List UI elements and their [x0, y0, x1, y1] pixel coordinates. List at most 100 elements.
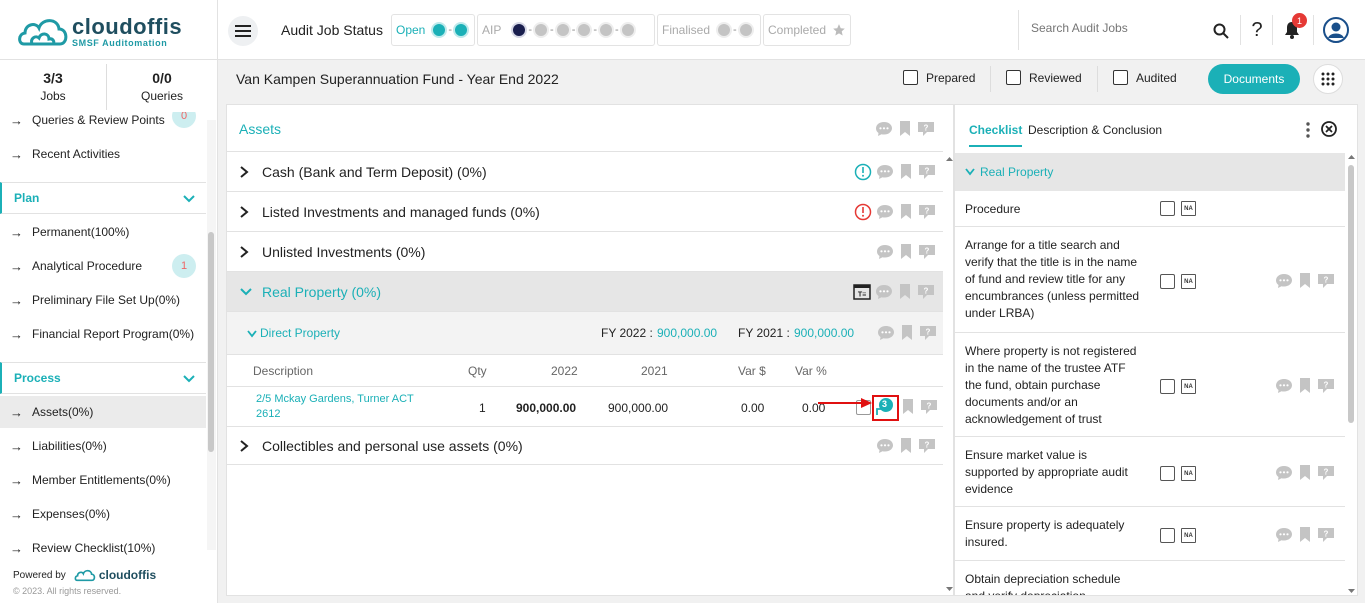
- bookmark-icon[interactable]: [1297, 377, 1313, 395]
- user-avatar[interactable]: [1323, 17, 1349, 43]
- comment-icon[interactable]: [876, 243, 894, 261]
- note-icon[interactable]: [919, 324, 937, 342]
- bookmark-icon[interactable]: [1297, 272, 1313, 290]
- bookmark-icon[interactable]: [898, 243, 914, 261]
- note-icon[interactable]: [1317, 464, 1335, 482]
- search-button[interactable]: [1210, 20, 1232, 42]
- apps-grid-button[interactable]: [1313, 64, 1343, 94]
- brand-logo[interactable]: cloudoffis SMSF Auditomation: [0, 0, 218, 60]
- comment-icon[interactable]: [1275, 272, 1293, 290]
- comment-icon[interactable]: [876, 203, 894, 221]
- checklist-scrollbar[interactable]: [1346, 153, 1357, 595]
- asset-row-collectibles[interactable]: Collectibles and personal use assets (0%…: [227, 427, 943, 465]
- help-icon[interactable]: ?: [1246, 18, 1268, 42]
- na-checkbox[interactable]: NA: [1181, 201, 1196, 216]
- note-icon[interactable]: [917, 283, 935, 301]
- bookmark-icon[interactable]: [897, 120, 913, 138]
- checklist-section-real-property[interactable]: Real Property: [955, 153, 1345, 191]
- comment-icon[interactable]: [1275, 377, 1293, 395]
- alert-info-icon[interactable]: [854, 163, 872, 181]
- note-icon[interactable]: [1317, 526, 1335, 544]
- note-icon[interactable]: [1317, 377, 1335, 395]
- reviewed-checkbox[interactable]: Reviewed: [1006, 70, 1082, 85]
- comment-icon[interactable]: [876, 437, 894, 455]
- comment-icon[interactable]: [1275, 526, 1293, 544]
- audited-checkbox[interactable]: Audited: [1113, 70, 1177, 85]
- scroll-down-icon[interactable]: [945, 585, 954, 593]
- bookmark-icon[interactable]: [899, 324, 915, 342]
- section-plan[interactable]: Plan: [0, 182, 206, 214]
- bookmark-icon[interactable]: [900, 398, 916, 416]
- status-stage-finalised[interactable]: Finalised -: [657, 14, 761, 46]
- property-description-link[interactable]: 2/5 Mckay Gardens, Turner ACT 2612: [256, 392, 426, 422]
- sidebar-item-review-checklist[interactable]: → Review Checklist(10%): [0, 532, 206, 564]
- note-icon[interactable]: [918, 203, 936, 221]
- sidebar-item-assets[interactable]: → Assets(0%): [0, 396, 206, 428]
- scrollbar-thumb[interactable]: [1348, 165, 1354, 423]
- more-vertical-icon[interactable]: [1305, 121, 1311, 139]
- comment-icon[interactable]: [875, 120, 893, 138]
- asset-row-cash[interactable]: Cash (Bank and Term Deposit) (0%): [227, 152, 943, 192]
- bookmark-icon[interactable]: [1297, 464, 1313, 482]
- procedure-checkbox[interactable]: [1160, 466, 1175, 481]
- status-stage-open[interactable]: Open -: [391, 14, 475, 46]
- scroll-up-icon[interactable]: [1347, 153, 1356, 161]
- na-checkbox[interactable]: NA: [1181, 528, 1196, 543]
- note-icon[interactable]: [918, 437, 936, 455]
- select-all-checkbox[interactable]: [1160, 201, 1175, 216]
- procedure-checkbox[interactable]: [1160, 274, 1175, 289]
- note-icon[interactable]: [1317, 272, 1335, 290]
- comment-icon[interactable]: [877, 324, 895, 342]
- qty-value: 1: [479, 401, 486, 415]
- sidebar-item-liabilities[interactable]: → Liabilities(0%): [0, 430, 206, 462]
- bookmark-icon[interactable]: [1297, 526, 1313, 544]
- status-stage-aip[interactable]: AIP - - - - -: [477, 14, 655, 46]
- sidebar-item-financial-report[interactable]: → Financial Report Program(0%): [0, 318, 206, 350]
- sidebar-item-member-entitlements[interactable]: → Member Entitlements(0%): [0, 464, 206, 496]
- procedure-checkbox[interactable]: [1160, 379, 1175, 394]
- sidebar-item-analytical-procedure[interactable]: → Analytical Procedure 1: [0, 250, 206, 282]
- comment-icon[interactable]: [876, 163, 894, 181]
- asset-row-unlisted-investments[interactable]: Unlisted Investments (0%): [227, 232, 943, 272]
- note-icon[interactable]: [917, 120, 935, 138]
- menu-toggle-button[interactable]: [228, 16, 258, 46]
- sidebar-item-queries-review[interactable]: → Queries & Review Points 0: [0, 112, 206, 136]
- na-checkbox[interactable]: NA: [1181, 379, 1196, 394]
- prepared-checkbox[interactable]: Prepared: [903, 70, 975, 85]
- direct-property-row[interactable]: Direct Property FY 2022 : 900,000.00 FY …: [227, 312, 943, 355]
- jobs-count[interactable]: 3/3 Jobs: [3, 70, 103, 103]
- tab-description-conclusion[interactable]: Description & Conclusion: [1028, 123, 1162, 137]
- sidebar-item-permanent[interactable]: → Permanent(100%): [0, 216, 206, 248]
- note-icon[interactable]: [918, 243, 936, 261]
- asset-row-listed-investments[interactable]: Listed Investments and managed funds (0%…: [227, 192, 943, 232]
- bookmark-icon[interactable]: [898, 203, 914, 221]
- bookmark-icon[interactable]: [898, 437, 914, 455]
- note-icon[interactable]: [920, 398, 938, 416]
- scroll-up-icon[interactable]: [945, 155, 954, 163]
- na-checkbox[interactable]: NA: [1181, 274, 1196, 289]
- bookmark-icon[interactable]: [898, 163, 914, 181]
- bookmark-icon[interactable]: [897, 283, 913, 301]
- alert-warning-icon[interactable]: [854, 203, 872, 221]
- documents-button[interactable]: Documents: [1208, 64, 1300, 94]
- note-icon[interactable]: [918, 163, 936, 181]
- procedure-checkbox[interactable]: [1160, 528, 1175, 543]
- comment-icon[interactable]: [875, 283, 893, 301]
- search-input[interactable]: [1031, 21, 1201, 35]
- sidebar-item-preliminary-file[interactable]: → Preliminary File Set Up(0%): [0, 284, 206, 316]
- sidebar-item-expenses[interactable]: → Expenses(0%): [0, 498, 206, 530]
- scroll-down-icon[interactable]: [1347, 587, 1356, 595]
- tab-checklist[interactable]: Checklist: [969, 123, 1023, 147]
- status-stage-completed[interactable]: Completed: [763, 14, 851, 46]
- comment-icon[interactable]: [1275, 464, 1293, 482]
- section-process[interactable]: Process: [0, 362, 206, 394]
- queries-count[interactable]: 0/0 Queries: [112, 70, 212, 103]
- na-checkbox[interactable]: NA: [1181, 466, 1196, 481]
- close-icon[interactable]: [1320, 120, 1338, 138]
- main-scrollbar[interactable]: [945, 155, 954, 595]
- asset-row-real-property[interactable]: Real Property (0%) T≡: [227, 272, 943, 312]
- scrollbar-thumb[interactable]: [208, 232, 214, 452]
- sidebar-item-recent-activities[interactable]: → Recent Activities: [0, 138, 206, 170]
- sidebar-scrollbar[interactable]: [207, 120, 216, 550]
- template-icon[interactable]: T≡: [853, 283, 871, 301]
